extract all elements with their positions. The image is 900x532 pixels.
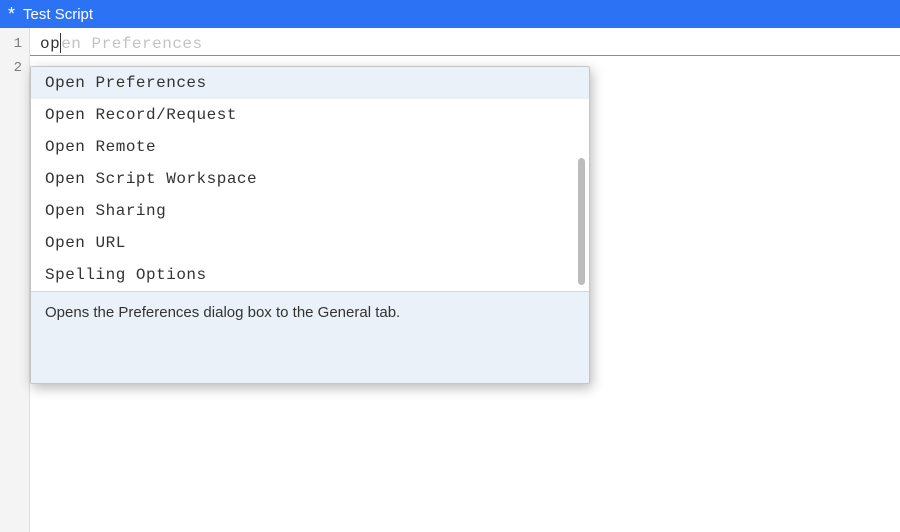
ghost-completion-text: en Preferences (61, 35, 202, 53)
scrollbar-thumb[interactable] (578, 158, 585, 285)
scrollbar[interactable] (578, 73, 585, 285)
line-number[interactable]: 1 (0, 32, 29, 56)
script-title: Test Script (23, 6, 93, 23)
autocomplete-item-label: Spelling Options (45, 266, 207, 284)
autocomplete-item-open-sharing[interactable]: Open Sharing (31, 195, 589, 227)
autocomplete-description-text: Opens the Preferences dialog box to the … (45, 304, 400, 321)
title-bar: * Test Script (0, 0, 900, 28)
modified-indicator-icon: * (8, 5, 15, 23)
code-line-active[interactable]: open Preferences (30, 32, 900, 56)
autocomplete-item-label: Open Sharing (45, 202, 166, 220)
autocomplete-item-open-record-request[interactable]: Open Record/Request (31, 99, 589, 131)
autocomplete-list: Open Preferences Open Record/Request Ope… (31, 67, 589, 291)
autocomplete-item-label: Open Preferences (45, 74, 207, 92)
autocomplete-item-open-preferences[interactable]: Open Preferences (31, 67, 589, 99)
typed-text: op (40, 35, 60, 53)
autocomplete-item-label: Open Record/Request (45, 106, 237, 124)
autocomplete-item-label: Open Remote (45, 138, 156, 156)
line-gutter: 1 2 (0, 28, 30, 532)
text-cursor (60, 33, 61, 53)
autocomplete-item-label: Open Script Workspace (45, 170, 257, 188)
line-number[interactable]: 2 (0, 56, 29, 80)
autocomplete-item-label: Open URL (45, 234, 126, 252)
autocomplete-item-open-url[interactable]: Open URL (31, 227, 589, 259)
autocomplete-item-open-script-workspace[interactable]: Open Script Workspace (31, 163, 589, 195)
autocomplete-description: Opens the Preferences dialog box to the … (31, 291, 589, 383)
autocomplete-item-open-remote[interactable]: Open Remote (31, 131, 589, 163)
autocomplete-popup: Open Preferences Open Record/Request Ope… (30, 66, 590, 384)
autocomplete-item-spelling-options[interactable]: Spelling Options (31, 259, 589, 291)
